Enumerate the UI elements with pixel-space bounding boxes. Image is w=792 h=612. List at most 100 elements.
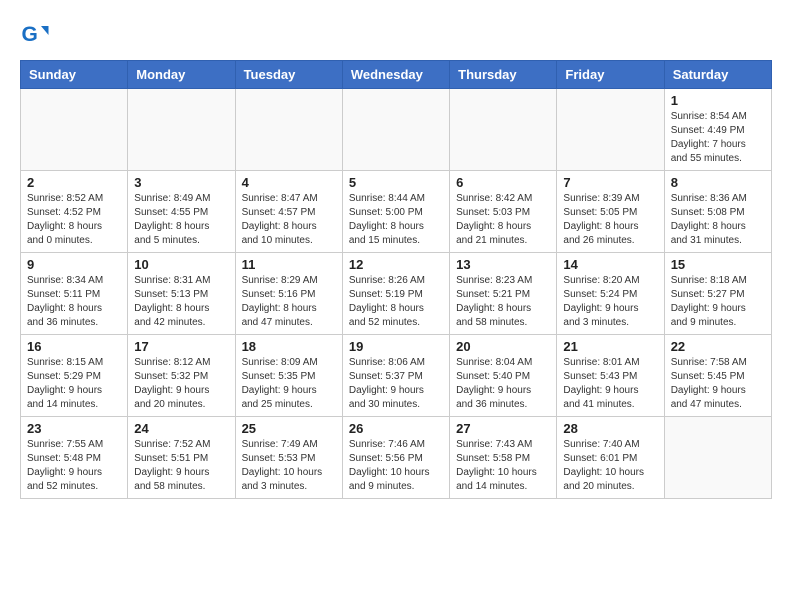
calendar-header-tuesday: Tuesday [235,61,342,89]
day-info: Sunrise: 7:43 AM Sunset: 5:58 PM Dayligh… [456,438,550,494]
calendar-cell [21,89,128,171]
logo: G [20,20,54,50]
day-number: 24 [134,421,228,436]
day-number: 14 [563,257,657,272]
day-number: 27 [456,421,550,436]
day-info: Sunrise: 8:42 AM Sunset: 5:03 PM Dayligh… [456,192,550,248]
calendar-cell: 15 Sunrise: 8:18 AM Sunset: 5:27 PM Dayli… [664,253,771,335]
day-info: Sunrise: 7:46 AM Sunset: 5:56 PM Dayligh… [349,438,443,494]
day-number: 26 [349,421,443,436]
calendar-week-row: 16 Sunrise: 8:15 AM Sunset: 5:29 PM Dayli… [21,335,772,417]
calendar-cell: 23 Sunrise: 7:55 AM Sunset: 5:48 PM Dayli… [21,417,128,499]
calendar-cell: 24 Sunrise: 7:52 AM Sunset: 5:51 PM Dayli… [128,417,235,499]
calendar-cell [128,89,235,171]
calendar-cell: 6 Sunrise: 8:42 AM Sunset: 5:03 PM Daylig… [450,171,557,253]
calendar-header-sunday: Sunday [21,61,128,89]
calendar-week-row: 2 Sunrise: 8:52 AM Sunset: 4:52 PM Daylig… [21,171,772,253]
day-number: 13 [456,257,550,272]
calendar-week-row: 23 Sunrise: 7:55 AM Sunset: 5:48 PM Dayli… [21,417,772,499]
calendar-header-friday: Friday [557,61,664,89]
day-info: Sunrise: 8:18 AM Sunset: 5:27 PM Dayligh… [671,274,765,330]
calendar-cell: 10 Sunrise: 8:31 AM Sunset: 5:13 PM Dayli… [128,253,235,335]
calendar-header-thursday: Thursday [450,61,557,89]
day-info: Sunrise: 8:29 AM Sunset: 5:16 PM Dayligh… [242,274,336,330]
day-info: Sunrise: 7:49 AM Sunset: 5:53 PM Dayligh… [242,438,336,494]
day-number: 23 [27,421,121,436]
day-number: 8 [671,175,765,190]
day-info: Sunrise: 8:44 AM Sunset: 5:00 PM Dayligh… [349,192,443,248]
day-number: 6 [456,175,550,190]
day-number: 9 [27,257,121,272]
day-number: 7 [563,175,657,190]
day-info: Sunrise: 8:47 AM Sunset: 4:57 PM Dayligh… [242,192,336,248]
day-number: 1 [671,93,765,108]
day-number: 28 [563,421,657,436]
calendar-header-row: SundayMondayTuesdayWednesdayThursdayFrid… [21,61,772,89]
calendar-cell: 12Sunrise: 8:26 AM Sunset: 5:19 PM Dayli… [342,253,449,335]
day-info: Sunrise: 8:20 AM Sunset: 5:24 PM Dayligh… [563,274,657,330]
day-info: Sunrise: 7:55 AM Sunset: 5:48 PM Dayligh… [27,438,121,494]
day-info: Sunrise: 8:09 AM Sunset: 5:35 PM Dayligh… [242,356,336,412]
day-number: 17 [134,339,228,354]
day-number: 22 [671,339,765,354]
day-info: Sunrise: 8:36 AM Sunset: 5:08 PM Dayligh… [671,192,765,248]
day-info: Sunrise: 8:12 AM Sunset: 5:32 PM Dayligh… [134,356,228,412]
calendar-header-saturday: Saturday [664,61,771,89]
day-info: Sunrise: 8:39 AM Sunset: 5:05 PM Dayligh… [563,192,657,248]
day-number: 18 [242,339,336,354]
day-info: Sunrise: 8:15 AM Sunset: 5:29 PM Dayligh… [27,356,121,412]
calendar-cell: 16 Sunrise: 8:15 AM Sunset: 5:29 PM Dayli… [21,335,128,417]
calendar-cell: 5 Sunrise: 8:44 AM Sunset: 5:00 PM Daylig… [342,171,449,253]
calendar-cell: 20 Sunrise: 8:04 AM Sunset: 5:40 PM Dayli… [450,335,557,417]
day-info: Sunrise: 8:26 AM Sunset: 5:19 PM Dayligh… [349,274,443,330]
calendar-cell [235,89,342,171]
calendar-week-row: 1Sunrise: 8:54 AM Sunset: 4:49 PM Daylig… [21,89,772,171]
day-number: 15 [671,257,765,272]
calendar-week-row: 9 Sunrise: 8:34 AM Sunset: 5:11 PM Daylig… [21,253,772,335]
day-number: 11 [242,257,336,272]
day-number: 2 [27,175,121,190]
day-number: 16 [27,339,121,354]
calendar-cell: 13 Sunrise: 8:23 AM Sunset: 5:21 PM Dayli… [450,253,557,335]
day-info: Sunrise: 8:06 AM Sunset: 5:37 PM Dayligh… [349,356,443,412]
calendar-cell [450,89,557,171]
calendar-cell: 9 Sunrise: 8:34 AM Sunset: 5:11 PM Daylig… [21,253,128,335]
day-info: Sunrise: 8:31 AM Sunset: 5:13 PM Dayligh… [134,274,228,330]
day-info: Sunrise: 8:23 AM Sunset: 5:21 PM Dayligh… [456,274,550,330]
calendar-cell: 28 Sunrise: 7:40 AM Sunset: 6:01 PM Dayli… [557,417,664,499]
day-number: 5 [349,175,443,190]
calendar-cell: 11 Sunrise: 8:29 AM Sunset: 5:16 PM Dayli… [235,253,342,335]
day-number: 4 [242,175,336,190]
calendar-cell [342,89,449,171]
svg-text:G: G [22,23,38,46]
calendar-cell: 27 Sunrise: 7:43 AM Sunset: 5:58 PM Dayli… [450,417,557,499]
calendar-cell: 3 Sunrise: 8:49 AM Sunset: 4:55 PM Daylig… [128,171,235,253]
day-info: Sunrise: 7:52 AM Sunset: 5:51 PM Dayligh… [134,438,228,494]
day-info: Sunrise: 8:01 AM Sunset: 5:43 PM Dayligh… [563,356,657,412]
logo-icon: G [20,20,50,50]
calendar-cell: 25 Sunrise: 7:49 AM Sunset: 5:53 PM Dayli… [235,417,342,499]
calendar-cell: 1Sunrise: 8:54 AM Sunset: 4:49 PM Daylig… [664,89,771,171]
calendar-cell: 22 Sunrise: 7:58 AM Sunset: 5:45 PM Dayli… [664,335,771,417]
calendar-cell [557,89,664,171]
calendar-cell: 7 Sunrise: 8:39 AM Sunset: 5:05 PM Daylig… [557,171,664,253]
calendar-cell [664,417,771,499]
calendar-header-wednesday: Wednesday [342,61,449,89]
day-number: 25 [242,421,336,436]
day-info: Sunrise: 7:40 AM Sunset: 6:01 PM Dayligh… [563,438,657,494]
day-info: Sunrise: 8:34 AM Sunset: 5:11 PM Dayligh… [27,274,121,330]
day-number: 20 [456,339,550,354]
day-number: 10 [134,257,228,272]
day-number: 3 [134,175,228,190]
day-number: 21 [563,339,657,354]
calendar-cell: 18 Sunrise: 8:09 AM Sunset: 5:35 PM Dayli… [235,335,342,417]
header: G [20,20,772,50]
calendar-cell: 21 Sunrise: 8:01 AM Sunset: 5:43 PM Dayli… [557,335,664,417]
calendar-table: SundayMondayTuesdayWednesdayThursdayFrid… [20,60,772,499]
day-info: Sunrise: 8:04 AM Sunset: 5:40 PM Dayligh… [456,356,550,412]
day-info: Sunrise: 7:58 AM Sunset: 5:45 PM Dayligh… [671,356,765,412]
calendar-cell: 2 Sunrise: 8:52 AM Sunset: 4:52 PM Daylig… [21,171,128,253]
day-info: Sunrise: 8:49 AM Sunset: 4:55 PM Dayligh… [134,192,228,248]
day-info: Sunrise: 8:52 AM Sunset: 4:52 PM Dayligh… [27,192,121,248]
calendar-cell: 26 Sunrise: 7:46 AM Sunset: 5:56 PM Dayli… [342,417,449,499]
